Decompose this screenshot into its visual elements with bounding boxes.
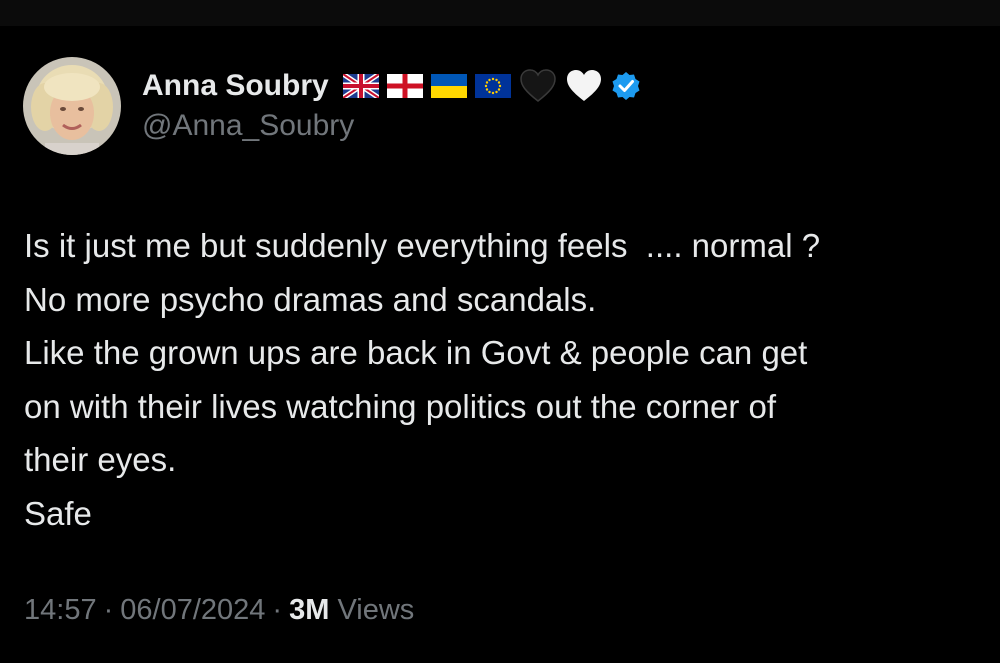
meta-separator: · — [103, 594, 114, 626]
tweet-date[interactable]: 06/07/2024 — [120, 594, 265, 626]
white-heart-icon — [565, 68, 603, 104]
tweet-text-line: Safe — [24, 494, 92, 532]
handle[interactable]: @Anna_Soubry — [142, 109, 354, 143]
england-flag-icon — [386, 74, 423, 98]
tweet-text-line: Like the grown ups are back in Govt & pe… — [24, 334, 808, 371]
views-label: Views — [337, 594, 415, 626]
tweet-text-line: their eyes. — [24, 441, 177, 478]
tweet-card: Anna Soubry @Anna_Soubry Is it just me b… — [0, 0, 1000, 663]
name-row: Anna Soubry — [142, 66, 641, 106]
ukraine-flag-icon — [430, 74, 467, 98]
avatar-image — [23, 57, 121, 155]
avatar[interactable] — [23, 57, 121, 155]
eu-flag-icon — [474, 74, 511, 98]
tweet-text-line: No more psycho dramas and scandals. — [24, 280, 597, 318]
views-count[interactable]: 3M — [289, 594, 329, 626]
tweet-meta: 14:57 · 06/07/2024 · 3M Views — [24, 594, 414, 627]
uk-flag-icon — [341, 71, 381, 101]
black-heart-icon — [519, 68, 557, 104]
tweet-text-line: on with their lives watching politics ou… — [24, 387, 777, 425]
tweet-time[interactable]: 14:57 — [24, 594, 97, 626]
meta-separator: · — [272, 594, 283, 626]
tweet-text-line: Is it just me but suddenly everything fe… — [24, 227, 821, 264]
tweet-text: Is it just me but suddenly everything fe… — [24, 219, 984, 540]
verified-badge-icon[interactable] — [611, 71, 641, 101]
display-name[interactable]: Anna Soubry — [142, 69, 329, 103]
